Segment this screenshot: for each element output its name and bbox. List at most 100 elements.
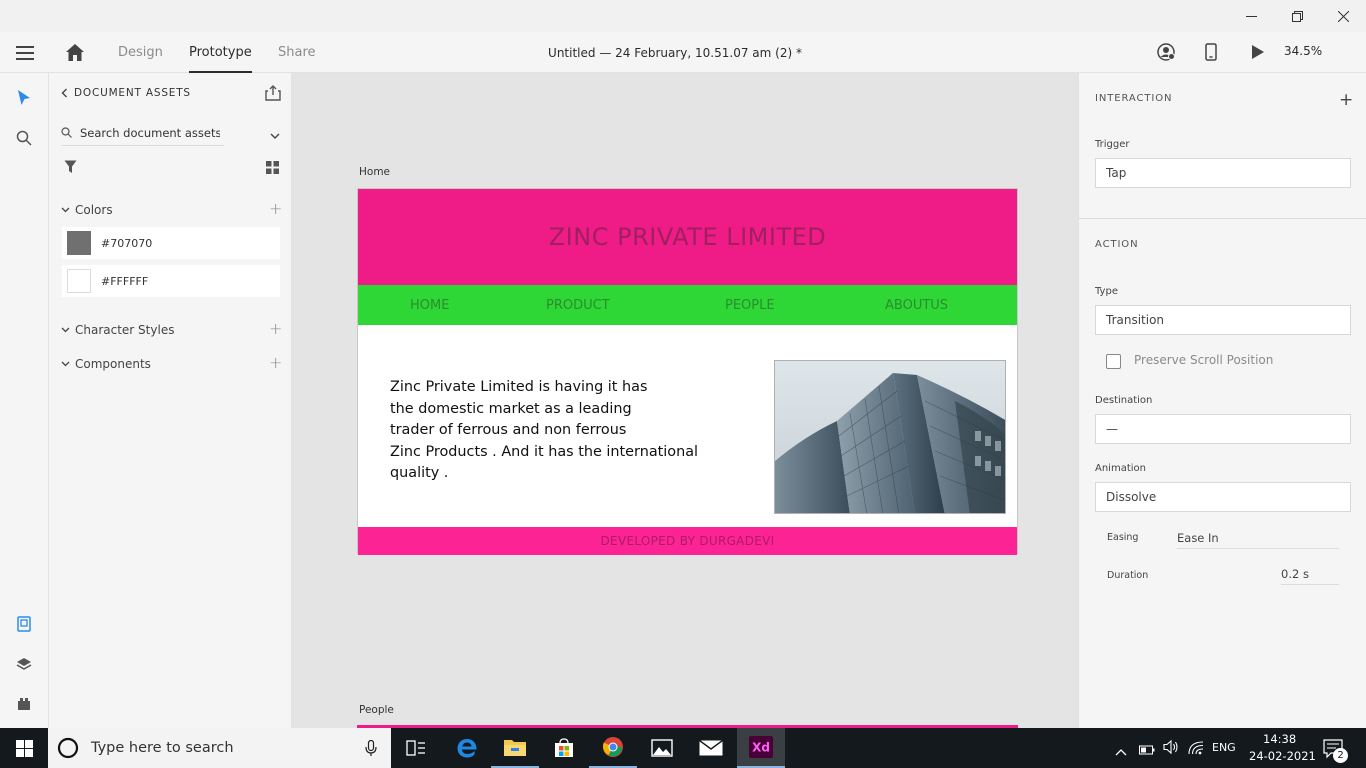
trigger-dropdown[interactable]: Tap <box>1095 158 1351 188</box>
cortana-icon <box>57 737 79 759</box>
design-canvas[interactable]: Home ZINC PRIVATE LIMITED HOME PRODUCT P… <box>292 73 1078 728</box>
interaction-inspector: INTERACTION + Trigger Tap ACTION Type Tr… <box>1078 73 1366 728</box>
microphone-icon[interactable] <box>365 740 377 757</box>
tab-share[interactable]: Share <box>278 32 316 73</box>
easing-dropdown[interactable]: Ease In <box>1177 527 1339 549</box>
store-icon[interactable] <box>540 728 588 768</box>
nav-bar[interactable]: HOME PRODUCT PEOPLE ABOUTUS <box>358 285 1017 325</box>
interaction-section-title: INTERACTION <box>1095 93 1173 104</box>
assets-panel-icon[interactable] <box>12 612 36 636</box>
add-interaction-icon[interactable]: + <box>1339 90 1353 110</box>
chevron-down-icon[interactable] <box>270 125 280 144</box>
easing-label: Easing <box>1107 532 1139 543</box>
section-divider <box>1079 218 1366 219</box>
taskbar-search[interactable]: Type here to search <box>48 728 391 768</box>
chrome-icon[interactable] <box>589 728 637 768</box>
building-image[interactable] <box>774 360 1006 514</box>
grid-view-icon[interactable] <box>266 159 279 178</box>
colors-section-toggle[interactable]: Colors <box>61 203 113 217</box>
animation-value: Dissolve <box>1106 490 1157 504</box>
components-label: Components <box>75 357 151 371</box>
components-section-toggle[interactable]: Components <box>61 357 151 371</box>
minimize-icon[interactable] <box>1228 0 1274 32</box>
intro-line: quality . <box>390 465 449 481</box>
nav-link-aboutus[interactable]: ABOUTUS <box>885 285 948 325</box>
type-value: Transition <box>1106 313 1165 327</box>
assets-back-button[interactable]: DOCUMENT ASSETS <box>61 87 191 99</box>
battery-icon[interactable] <box>1139 741 1155 760</box>
restore-icon[interactable] <box>1274 0 1320 32</box>
mail-icon[interactable] <box>687 728 735 768</box>
search-icon <box>61 127 72 138</box>
zoom-tool-icon[interactable] <box>12 126 36 150</box>
windows-taskbar: Type here to search Xd ENG 14:38 24-02-2… <box>0 728 1366 768</box>
chevron-left-icon <box>61 88 67 98</box>
add-component-icon[interactable]: + <box>269 353 282 372</box>
preserve-scroll-checkbox[interactable] <box>1106 354 1121 369</box>
type-dropdown[interactable]: Transition <box>1095 305 1351 335</box>
nav-link-product[interactable]: PRODUCT <box>546 285 610 325</box>
character-styles-section-toggle[interactable]: Character Styles <box>61 323 174 337</box>
home-icon[interactable] <box>64 42 86 62</box>
color-swatch-row[interactable]: #FFFFFF <box>62 265 280 297</box>
duration-input[interactable]: 0.2 s <box>1281 563 1339 585</box>
layers-icon[interactable] <box>12 652 36 676</box>
preserve-scroll-label: Preserve Scroll Position <box>1134 353 1274 367</box>
color-swatch-row[interactable]: #707070 <box>62 227 280 259</box>
photos-icon[interactable] <box>638 728 686 768</box>
search-input[interactable] <box>80 125 220 140</box>
tool-rail <box>0 73 49 728</box>
app-toolbar: Design Prototype Share Untitled — 24 Feb… <box>0 32 1366 73</box>
trigger-label: Trigger <box>1095 139 1130 150</box>
footer-bar[interactable]: DEVELOPED BY DURGADEVI <box>358 527 1017 555</box>
adobe-xd-icon[interactable]: Xd <box>737 728 785 768</box>
destination-value: — <box>1106 422 1118 436</box>
nav-link-home[interactable]: HOME <box>410 285 449 325</box>
edge-browser-icon[interactable] <box>443 728 491 768</box>
export-share-icon[interactable] <box>265 85 281 105</box>
filter-icon[interactable] <box>64 159 77 178</box>
file-explorer-icon[interactable] <box>491 728 539 768</box>
taskbar-search-placeholder: Type here to search <box>91 740 234 756</box>
volume-icon[interactable] <box>1163 739 1179 759</box>
windows-start-icon[interactable] <box>0 728 48 768</box>
zoom-level[interactable]: 34.5% <box>1284 44 1322 58</box>
user-account-icon[interactable] <box>1155 42 1177 62</box>
color-swatch <box>67 269 91 293</box>
tab-design[interactable]: Design <box>118 32 163 73</box>
intro-text[interactable]: Zinc Private Limited is having it has th… <box>390 377 720 485</box>
play-preview-icon[interactable] <box>1247 42 1269 62</box>
clock-date[interactable]: 24-02-2021 <box>1249 749 1316 763</box>
intro-line: the domestic market as a leading <box>390 400 632 417</box>
task-view-icon[interactable] <box>392 728 440 768</box>
chevron-up-icon[interactable] <box>1115 741 1127 760</box>
plugins-icon[interactable] <box>12 692 36 716</box>
duration-label: Duration <box>1107 570 1149 581</box>
clock-time[interactable]: 14:38 <box>1263 732 1296 746</box>
trigger-value: Tap <box>1106 166 1127 180</box>
easing-value: Ease In <box>1177 530 1219 545</box>
close-icon[interactable] <box>1320 0 1366 32</box>
chevron-down-icon <box>61 361 70 367</box>
artboard-label-home[interactable]: Home <box>359 166 390 178</box>
chevron-down-icon <box>61 327 70 333</box>
hero-banner[interactable]: ZINC PRIVATE LIMITED <box>358 189 1017 285</box>
wifi-icon[interactable] <box>1188 740 1204 759</box>
add-character-style-icon[interactable]: + <box>269 319 282 338</box>
artboard-home[interactable]: ZINC PRIVATE LIMITED HOME PRODUCT PEOPLE… <box>357 188 1018 555</box>
add-color-icon[interactable]: + <box>269 199 282 218</box>
device-preview-icon[interactable] <box>1200 42 1222 62</box>
artboard-label-people[interactable]: People <box>359 704 394 716</box>
intro-line: Zinc Products . And it has the internati… <box>390 443 699 460</box>
tab-prototype[interactable]: Prototype <box>189 32 252 73</box>
select-tool-icon[interactable] <box>12 86 36 110</box>
animation-dropdown[interactable]: Dissolve <box>1095 482 1351 512</box>
footer-text[interactable]: DEVELOPED BY DURGADEVI <box>601 534 775 548</box>
document-title: Untitled — 24 February, 10.51.07 am (2) … <box>548 45 802 60</box>
language-indicator[interactable]: ENG <box>1212 741 1236 754</box>
hero-title[interactable]: ZINC PRIVATE LIMITED <box>549 223 827 251</box>
nav-link-people[interactable]: PEOPLE <box>725 285 775 325</box>
hamburger-menu-icon[interactable] <box>14 43 36 63</box>
assets-search <box>61 120 224 146</box>
destination-dropdown[interactable]: — <box>1095 414 1351 444</box>
